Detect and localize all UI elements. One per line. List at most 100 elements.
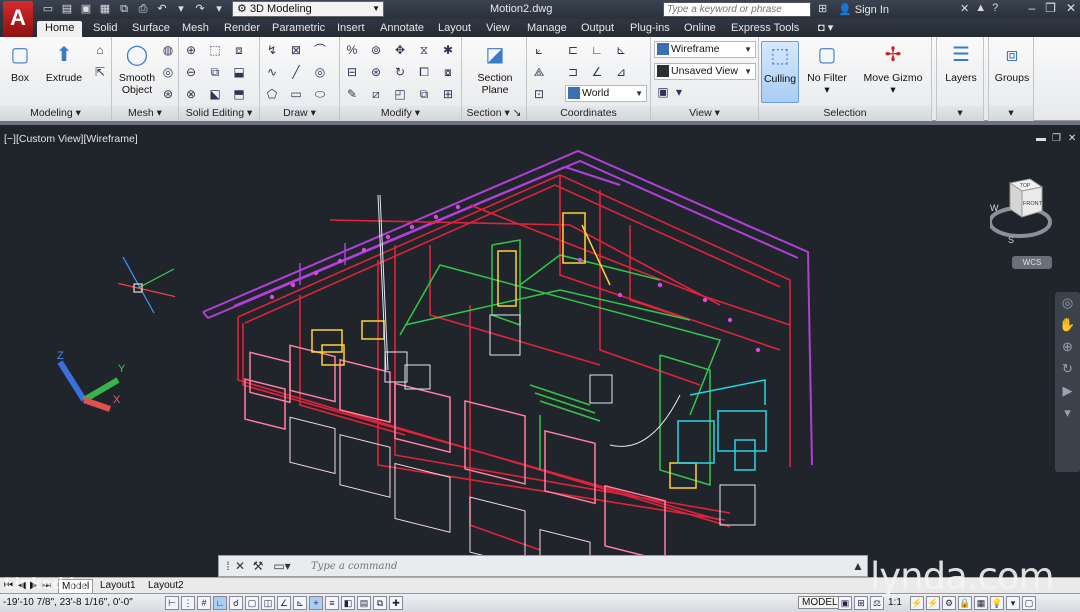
extrude-button[interactable]: ⬆ Extrude (44, 41, 84, 84)
otrack-icon[interactable]: ∠ (277, 596, 291, 610)
array-icon[interactable]: ⊛ (368, 65, 384, 80)
box-button[interactable]: ▢ Box (4, 41, 36, 84)
close-icon[interactable]: ✕ (233, 559, 247, 573)
publish-icon[interactable]: ⧉ (116, 2, 132, 17)
hatch-icon[interactable]: ⊠ (288, 43, 304, 58)
scale-icon[interactable]: % (344, 43, 360, 58)
line-icon[interactable]: ╱ (288, 65, 304, 80)
move-gizmo-button[interactable]: ✢ Move Gizmo ▾ (861, 41, 925, 96)
minimize-icon[interactable]: – (1028, 1, 1035, 15)
copy-icon[interactable]: ⧉ (416, 87, 432, 102)
tab-output[interactable]: Output (581, 21, 614, 37)
annotation-scale-value[interactable]: 1:1 (888, 597, 902, 608)
wcs-menu-button[interactable]: WCS (1012, 256, 1052, 269)
status-bar-menu-icon[interactable]: ▾ (1006, 596, 1020, 610)
plot-icon[interactable]: ⎙ (135, 2, 151, 17)
extract-edges-icon[interactable]: ⬚ (207, 43, 223, 58)
presspull-icon[interactable]: ⇱ (92, 65, 108, 80)
selection-cycling-icon[interactable]: ⧉ (373, 596, 387, 610)
explode-icon[interactable]: ✱ (440, 43, 456, 58)
auto-scale-icon[interactable]: ⚡ (926, 596, 940, 610)
tab-view[interactable]: View (486, 21, 510, 37)
annotation-scale-icon[interactable]: ⚖ (870, 596, 884, 610)
save-icon[interactable]: ▣ (78, 2, 94, 17)
ucs-face-icon[interactable]: ⊐ (565, 65, 581, 80)
panel-label-view[interactable]: View ▾ (651, 106, 758, 121)
tab-render[interactable]: Render (224, 21, 260, 37)
tab-layout2[interactable]: Layout2 (148, 579, 184, 593)
panel-label-section[interactable]: Section ▾ ↘ (462, 106, 526, 121)
visual-style-combo[interactable]: Wireframe ▼ (654, 41, 756, 58)
ortho-icon[interactable]: ∟ (213, 596, 227, 610)
refine-mesh-icon[interactable]: ⊛ (160, 87, 176, 102)
arc-icon[interactable]: ⌒ (312, 43, 328, 58)
intersect-icon[interactable]: ⊗ (183, 87, 199, 102)
stretch-icon[interactable]: ⧠ (416, 65, 432, 80)
undo-icon[interactable]: ↶ (154, 2, 170, 17)
viewcube-front-label[interactable]: FRONT (1023, 201, 1043, 207)
redo-dropdown-icon[interactable]: ▾ (211, 2, 227, 17)
polygon-icon[interactable]: ⬠ (264, 87, 280, 102)
isolate-objects-icon[interactable]: 💡 (990, 596, 1004, 610)
extrude-faces-icon[interactable]: ⧉ (207, 65, 223, 80)
workspace-switcher[interactable]: ⚙ 3D Modeling ▼ (232, 1, 384, 17)
ducs-icon[interactable]: ⊾ (293, 596, 307, 610)
tab-express-tools[interactable]: Express Tools (731, 21, 799, 37)
tab-insert[interactable]: Insert (337, 21, 365, 37)
dyn-icon[interactable]: + (309, 596, 323, 610)
polyline-icon[interactable]: ↯ (264, 43, 280, 58)
model-space-button[interactable]: MODEL (798, 596, 842, 609)
exchange-icon[interactable]: ✕ (960, 2, 969, 15)
binoculars-icon[interactable]: ⊞ (818, 2, 827, 15)
close-icon[interactable]: ✕ (1066, 1, 1076, 15)
ucs-view-icon[interactable]: ⟁ (531, 65, 547, 80)
restore-icon[interactable]: ❐ (1045, 1, 1056, 15)
lineweight-icon[interactable]: ≡ (325, 596, 339, 610)
panel-label-layers[interactable]: ▾ (937, 106, 983, 121)
subtract-icon[interactable]: ⊖ (183, 65, 199, 80)
lock-icon[interactable]: 🔒 (958, 596, 972, 610)
undo-dropdown-icon[interactable]: ▾ (173, 2, 189, 17)
polar-icon[interactable]: ☌ (229, 596, 243, 610)
zoom-icon[interactable]: ⊕ (1055, 336, 1080, 358)
smooth-object-button[interactable]: ◯ Smooth Object (115, 41, 159, 96)
panel-label-groups[interactable]: ▾ (989, 106, 1033, 121)
3d-osnap-icon[interactable]: ◫ (261, 596, 275, 610)
new-icon[interactable]: ▭ (40, 2, 56, 17)
viewport-config-icon[interactable]: ▣ (655, 85, 671, 100)
workspace-switching-icon[interactable]: ⚙ (942, 596, 956, 610)
command-input[interactable] (311, 558, 851, 574)
tab-layout[interactable]: Layout (438, 21, 471, 37)
viewcube-top-label[interactable]: TOP (1020, 183, 1031, 189)
separate-icon[interactable]: ⧈ (231, 43, 247, 58)
pan-icon[interactable]: ✋ (1055, 314, 1080, 336)
customize-icon[interactable]: ⚒ (251, 559, 265, 573)
tab-layout1[interactable]: Layout1 (100, 579, 136, 593)
tab-online[interactable]: Online (684, 21, 716, 37)
transparency-icon[interactable]: ◧ (341, 596, 355, 610)
circle-icon[interactable]: ◎ (312, 65, 328, 80)
recent-commands-icon[interactable]: ▭▾ (269, 559, 295, 573)
tab-surface[interactable]: Surface (132, 21, 170, 37)
panel-label-draw[interactable]: Draw ▾ (260, 106, 339, 121)
annotation-monitor-icon[interactable]: ✚ (389, 596, 403, 610)
quick-view-drawings-icon[interactable]: ⊞ (854, 596, 868, 610)
tab-home[interactable]: Home (37, 21, 83, 37)
panel-label-mesh[interactable]: Mesh ▾ (112, 106, 178, 121)
rotate-icon[interactable]: ↻ (392, 65, 408, 80)
smooth-less-icon[interactable]: ◎ (160, 65, 176, 80)
command-history-icon[interactable]: ▲ (851, 559, 865, 573)
viewcube[interactable]: TOP FRONT W S (990, 173, 1056, 247)
annotation-visibility-icon[interactable]: ⚡ (910, 596, 924, 610)
quick-properties-icon[interactable]: ▤ (357, 596, 371, 610)
tab-mesh[interactable]: Mesh (182, 21, 209, 37)
ucs-icon-properties-icon[interactable]: ⊡ (531, 87, 547, 102)
osnap-icon[interactable]: ▢ (245, 596, 259, 610)
redo-icon[interactable]: ↷ (192, 2, 208, 17)
compass-west-label[interactable]: W (990, 203, 999, 213)
thicken-icon[interactable]: ⬒ (231, 87, 247, 102)
panel-label-modify[interactable]: Modify ▾ (340, 106, 461, 121)
section-plane-button[interactable]: ◪ Section Plane (472, 41, 518, 96)
trim-icon[interactable]: ⧄ (368, 87, 384, 102)
tab-manage[interactable]: Manage (527, 21, 567, 37)
